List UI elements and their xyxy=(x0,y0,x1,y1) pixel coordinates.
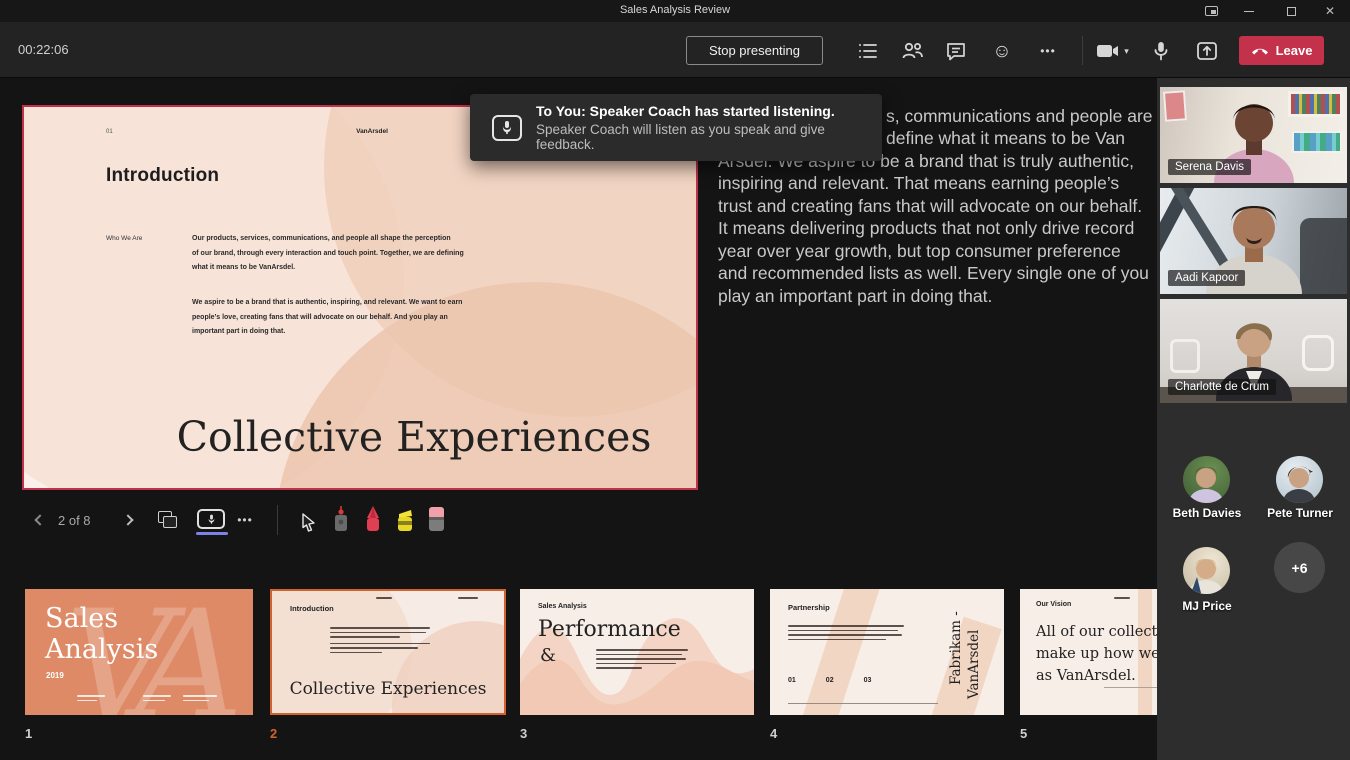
overflow-participants-badge[interactable]: +6 xyxy=(1274,542,1325,593)
thumbnail-number: 5 xyxy=(1020,726,1027,741)
thumbnail-heading: Sales Analysis xyxy=(538,603,587,610)
participants-panel: Serena Davis Aadi Kapoor xyxy=(1157,78,1350,760)
slide-body-paragraph: Our products, services, communications, … xyxy=(192,232,492,276)
thumbnail-rule xyxy=(788,703,938,704)
slide-body-paragraph: We aspire to be a brand that is authenti… xyxy=(192,296,492,340)
thumbnail-heading: Partnership xyxy=(788,603,830,612)
slide-heading: Introduction xyxy=(106,165,219,187)
thumbnail-title: Collective Experiences xyxy=(272,679,504,699)
hangup-icon xyxy=(1251,47,1269,55)
current-slide: 01 VanArsdel Introduction Who We Are Our… xyxy=(22,105,698,490)
reactions-icon[interactable]: ☺ xyxy=(987,36,1017,66)
camera-dropdown-icon[interactable]: ▾ xyxy=(1124,46,1129,57)
microphone-icon[interactable] xyxy=(1146,36,1176,66)
toolbar-divider xyxy=(1082,36,1083,65)
presentation-stage: 01 VanArsdel Introduction Who We Are Our… xyxy=(0,78,1157,760)
close-icon[interactable]: ✕ xyxy=(1318,0,1342,22)
thumbnail-amp: & xyxy=(540,645,556,666)
share-screen-icon[interactable] xyxy=(1192,36,1222,66)
participant-name: Charlotte de Crum xyxy=(1168,379,1276,395)
participant-name: Serena Davis xyxy=(1168,159,1251,175)
highlighter-tool[interactable] xyxy=(394,504,416,532)
avatar-mj[interactable] xyxy=(1183,547,1230,594)
slide-thumbnail-4[interactable]: Partnership 01 02 03 Fabrikam - VanArsde… xyxy=(770,589,1004,715)
slide-thumbnail-2-selected[interactable]: Introduction Collective Experiences xyxy=(270,589,506,715)
window-title: Sales Analysis Review xyxy=(0,4,1350,16)
slide-thumbnail-3[interactable]: Sales Analysis Performance & xyxy=(520,589,754,715)
person-silhouette xyxy=(1183,456,1230,503)
slide-thumbnail-1[interactable]: VA Sales Analysis 2019 xyxy=(25,589,253,715)
leave-button[interactable]: Leave xyxy=(1239,36,1324,65)
speaker-coach-toggle-icon[interactable] xyxy=(194,506,228,532)
slide-side-label: Who We Are xyxy=(106,235,142,242)
thumbnail-side-title: Fabrikam - xyxy=(948,611,964,685)
pen-tool[interactable] xyxy=(362,504,384,532)
video-tile-aadi[interactable]: Aadi Kapoor xyxy=(1160,188,1347,294)
thumbnail-number: 1 xyxy=(25,726,32,741)
slide-page-number: 01 xyxy=(106,129,113,135)
slide-title: Collective Experiences xyxy=(164,413,664,461)
text-placeholder xyxy=(143,695,171,704)
meeting-timer: 00:22:06 xyxy=(18,42,69,57)
thumbnail-list-items: 01 02 03 xyxy=(788,677,871,684)
previous-slide-icon[interactable] xyxy=(30,510,50,530)
thumbnail-heading: Introduction xyxy=(290,604,334,613)
avatar-beth[interactable] xyxy=(1183,456,1230,503)
thumbnail-side-title: VanArsdel xyxy=(966,630,982,699)
avatar-pete[interactable] xyxy=(1276,456,1323,503)
meeting-toolbar: 00:22:06 Stop presenting ☺ • xyxy=(0,22,1350,78)
avatar-name: Beth Davies xyxy=(1157,506,1257,520)
avatar-name: MJ Price xyxy=(1157,599,1257,613)
camera-toggle-icon[interactable]: ▾ xyxy=(1092,36,1134,66)
thumbnail-title: Sales Analysis xyxy=(45,603,158,665)
slide-position: 2 of 8 xyxy=(58,513,91,528)
text-placeholder xyxy=(77,695,105,704)
laser-pointer-tool[interactable] xyxy=(330,504,352,532)
minimize-icon[interactable] xyxy=(1237,0,1261,22)
nav-divider xyxy=(277,505,278,535)
chat-icon[interactable] xyxy=(941,36,971,66)
video-tile-serena[interactable]: Serena Davis xyxy=(1160,87,1347,183)
window-titlebar: Sales Analysis Review ✕ xyxy=(0,0,1350,22)
text-placeholder xyxy=(788,625,904,643)
eraser-tool[interactable] xyxy=(425,504,447,532)
text-placeholder xyxy=(596,649,688,672)
thumbnail-number: 4 xyxy=(770,726,777,741)
active-tool-indicator xyxy=(196,532,228,535)
more-options-icon[interactable]: ••• xyxy=(1033,36,1063,66)
next-slide-icon[interactable] xyxy=(118,510,138,530)
text-placeholder xyxy=(376,597,392,602)
speaker-coach-toast[interactable]: To You: Speaker Coach has started listen… xyxy=(470,94,882,161)
thumbnail-title: Performance xyxy=(538,617,681,642)
pointer-tool[interactable] xyxy=(297,504,319,532)
teams-meeting-window: Sales Analysis Review ✕ 00:22:06 Stop pr… xyxy=(0,0,1350,760)
participants-icon[interactable] xyxy=(897,36,927,66)
thumbnail-year: 2019 xyxy=(46,671,64,680)
thumbnail-number: 3 xyxy=(520,726,527,741)
toast-title: To You: Speaker Coach has started listen… xyxy=(536,103,882,119)
maximize-icon[interactable] xyxy=(1279,0,1303,22)
person-silhouette xyxy=(1183,547,1230,594)
text-placeholder xyxy=(458,597,478,602)
thumbnail-heading: Our Vision xyxy=(1036,601,1071,608)
text-placeholder xyxy=(330,627,430,656)
stop-presenting-button[interactable]: Stop presenting xyxy=(686,36,823,65)
slide-grid-icon[interactable] xyxy=(155,508,181,532)
text-placeholder xyxy=(1114,597,1130,602)
leave-label: Leave xyxy=(1276,43,1313,58)
picture-in-picture-icon[interactable] xyxy=(1199,0,1223,22)
speaker-coach-icon xyxy=(492,115,522,141)
thumbnail-number: 2 xyxy=(270,726,277,741)
participant-name: Aadi Kapoor xyxy=(1168,270,1245,286)
slide-brand: VanArsdel xyxy=(312,128,432,135)
text-placeholder xyxy=(183,695,217,704)
video-tile-charlotte[interactable]: Charlotte de Crum xyxy=(1160,299,1347,403)
thumbnail-rule xyxy=(1104,687,1164,688)
avatar-name: Pete Turner xyxy=(1250,506,1350,520)
toast-subtitle: Speaker Coach will listen as you speak a… xyxy=(536,122,882,152)
nav-more-options-icon[interactable]: ••• xyxy=(232,508,258,532)
person-silhouette xyxy=(1276,456,1323,503)
meeting-notes-icon[interactable] xyxy=(853,36,883,66)
